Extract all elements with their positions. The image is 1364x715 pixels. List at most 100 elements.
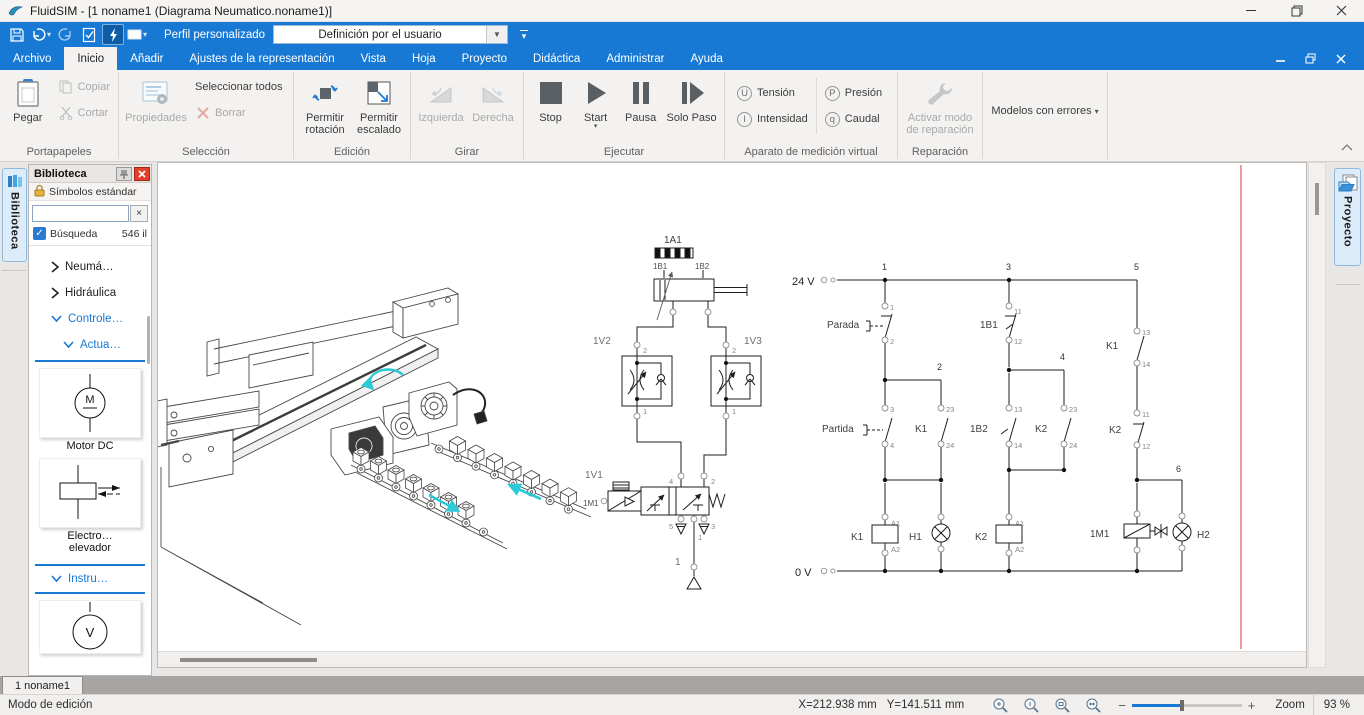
copy-button[interactable]: Copiar — [54, 76, 114, 98]
mdi-close-icon[interactable] — [1326, 50, 1356, 68]
undo-dropdown-icon[interactable]: ▾ — [47, 30, 51, 39]
properties-button[interactable]: Propiedades — [123, 74, 189, 127]
fluidsim-app: FluidSIM - [1 noname1 (Diagrama Neumatic… — [0, 0, 1364, 715]
schematic-label: 1M1 — [583, 499, 599, 508]
tree-item-actuadores[interactable]: Actua… — [29, 332, 151, 358]
zoom-out-button[interactable]: − — [1118, 698, 1126, 713]
start-dropdown-icon[interactable]: ▾ — [594, 124, 598, 129]
schematic-label: A1 — [1015, 519, 1024, 528]
paste-button[interactable]: Pegar — [4, 74, 52, 127]
minimize-button[interactable] — [1229, 0, 1274, 21]
collapse-ribbon-icon[interactable] — [1340, 143, 1354, 155]
symbol-voltmeter[interactable]: V — [39, 600, 141, 654]
group-label-selection: Selección — [119, 145, 293, 161]
tree-item-hidraulica[interactable]: Hidráulica — [29, 280, 151, 306]
search-clear-icon[interactable]: × — [130, 205, 148, 222]
repair-mode-button[interactable]: Activar modo de reparación — [902, 74, 978, 139]
schematic-label: 24 V — [792, 276, 815, 288]
schematic-label: 1 — [675, 557, 681, 568]
mdi-minimize-icon[interactable] — [1266, 50, 1296, 68]
tab-didactica[interactable]: Didáctica — [520, 47, 593, 70]
profile-combobox[interactable]: Definición por el usuario ▼ — [273, 25, 508, 44]
single-step-button[interactable]: Solo Paso — [663, 74, 720, 127]
check-document-icon[interactable] — [78, 24, 100, 45]
tree-item-neumatica[interactable]: Neumá… — [29, 254, 151, 280]
fill-color-dropdown-icon[interactable]: ▾ — [143, 30, 147, 39]
vertical-scrollbar-thumb[interactable] — [1315, 183, 1319, 215]
drawing-canvas[interactable]: 1A11B11B21V21V321211V11M142531124 V0 V13… — [157, 162, 1307, 668]
undo-icon[interactable]: ▾ — [30, 24, 52, 45]
flow-button[interactable]: qCaudal — [821, 108, 886, 130]
mdi-restore-icon[interactable] — [1296, 50, 1326, 68]
select-all-button[interactable]: Seleccionar todos — [191, 76, 286, 98]
redo-icon[interactable] — [54, 24, 76, 45]
tab-proyecto[interactable]: Proyecto — [449, 47, 520, 70]
start-button[interactable]: Start ▾ — [573, 74, 618, 132]
tab-vista[interactable]: Vista — [348, 47, 399, 70]
tab-archivo[interactable]: Archivo — [0, 47, 64, 70]
qat-customize-icon[interactable]: ▾ — [520, 30, 528, 40]
tab-hoja[interactable]: Hoja — [399, 47, 449, 70]
delete-button[interactable]: Borrar — [191, 102, 286, 124]
stop-button[interactable]: Stop — [528, 74, 573, 127]
zoom-slider-thumb[interactable] — [1180, 700, 1184, 711]
zoom-in-button[interactable]: + — [1248, 698, 1256, 713]
tree-item-instrumentos[interactable]: Instru… — [29, 568, 151, 590]
tab-ayuda[interactable]: Ayuda — [677, 47, 735, 70]
library-close-icon[interactable] — [134, 167, 150, 181]
zoom-in-icon[interactable] — [988, 697, 1012, 714]
title-bar: FluidSIM - [1 noname1 (Diagrama Neumatic… — [0, 0, 1364, 22]
schematic-svg[interactable]: 1A11B11B21V21V321211V11M142531124 V0 V13… — [158, 163, 1306, 651]
zoom-fit-icon[interactable] — [1081, 697, 1105, 714]
tab-ajustes[interactable]: Ajustes de la representación — [176, 47, 347, 70]
symbol-electro-elevador[interactable] — [39, 458, 141, 528]
combobox-dropdown-icon[interactable]: ▼ — [486, 26, 507, 43]
tab-inicio[interactable]: Inicio — [64, 47, 117, 70]
schematic-label: Parada — [827, 320, 860, 331]
horizontal-scrollbar[interactable] — [158, 651, 1306, 667]
pause-button[interactable]: Pausa — [618, 74, 663, 127]
fill-color-icon[interactable]: ▾ — [126, 24, 148, 45]
library-scrollbar-thumb[interactable] — [147, 316, 150, 364]
current-button[interactable]: IIntensidad — [733, 108, 812, 130]
voltage-button[interactable]: UTensión — [733, 82, 812, 104]
save-icon[interactable] — [6, 24, 28, 45]
schematic-label: 1 — [643, 407, 647, 416]
tab-anadir[interactable]: Añadir — [117, 47, 176, 70]
sidebar-tab-biblioteca[interactable]: Biblioteca — [2, 168, 27, 262]
measure-tool-icon[interactable] — [102, 24, 124, 45]
delete-x-icon — [195, 105, 211, 121]
restore-button[interactable] — [1274, 0, 1319, 21]
pin-icon[interactable] — [116, 167, 132, 181]
allow-scaling-button[interactable]: Permitir escalado — [352, 74, 406, 139]
tree-item-controles[interactable]: Controle… — [29, 306, 151, 332]
pressure-button[interactable]: PPresión — [821, 82, 886, 104]
ribbon: Pegar Copiar Cortar Portapapeles Propied… — [0, 70, 1364, 162]
cut-button[interactable]: Cortar — [54, 102, 114, 124]
sidebar-tab-proyecto[interactable]: Proyecto — [1334, 168, 1361, 266]
document-tab[interactable]: 1 noname1 — [2, 676, 83, 694]
tab-administrar[interactable]: Administrar — [593, 47, 677, 70]
schematic-label: 11 — [1142, 410, 1150, 419]
error-models-button[interactable]: Modelos con errores ▾ — [989, 99, 1101, 121]
vertical-scrollbar[interactable] — [1308, 162, 1326, 668]
schematic-label: 14 — [1142, 360, 1150, 369]
zoom-original-icon[interactable] — [1019, 697, 1043, 714]
zoom-selection-icon[interactable] — [1050, 697, 1074, 714]
profile-label: Perfil personalizado — [164, 29, 265, 41]
symbol-motor-dc[interactable]: M — [39, 368, 141, 438]
search-checkbox[interactable]: ✓ — [33, 227, 46, 240]
close-button[interactable] — [1319, 0, 1364, 21]
proyecto-tab-label: Proyecto — [1342, 196, 1354, 247]
schematic-label: 5 — [1134, 262, 1139, 272]
zoom-slider[interactable] — [1132, 704, 1242, 707]
schematic-label: 2 — [643, 346, 647, 355]
allow-rotation-button[interactable]: Permitir rotación — [298, 74, 352, 139]
library-search-input[interactable] — [32, 205, 129, 222]
schematic-label: H2 — [1197, 530, 1210, 541]
single-step-icon — [679, 77, 705, 109]
rotate-left-button[interactable]: Izquierda — [415, 74, 467, 127]
schematic-label: 3 — [711, 522, 715, 531]
horizontal-scrollbar-thumb[interactable] — [180, 658, 317, 662]
rotate-right-button[interactable]: Derecha — [467, 74, 519, 127]
